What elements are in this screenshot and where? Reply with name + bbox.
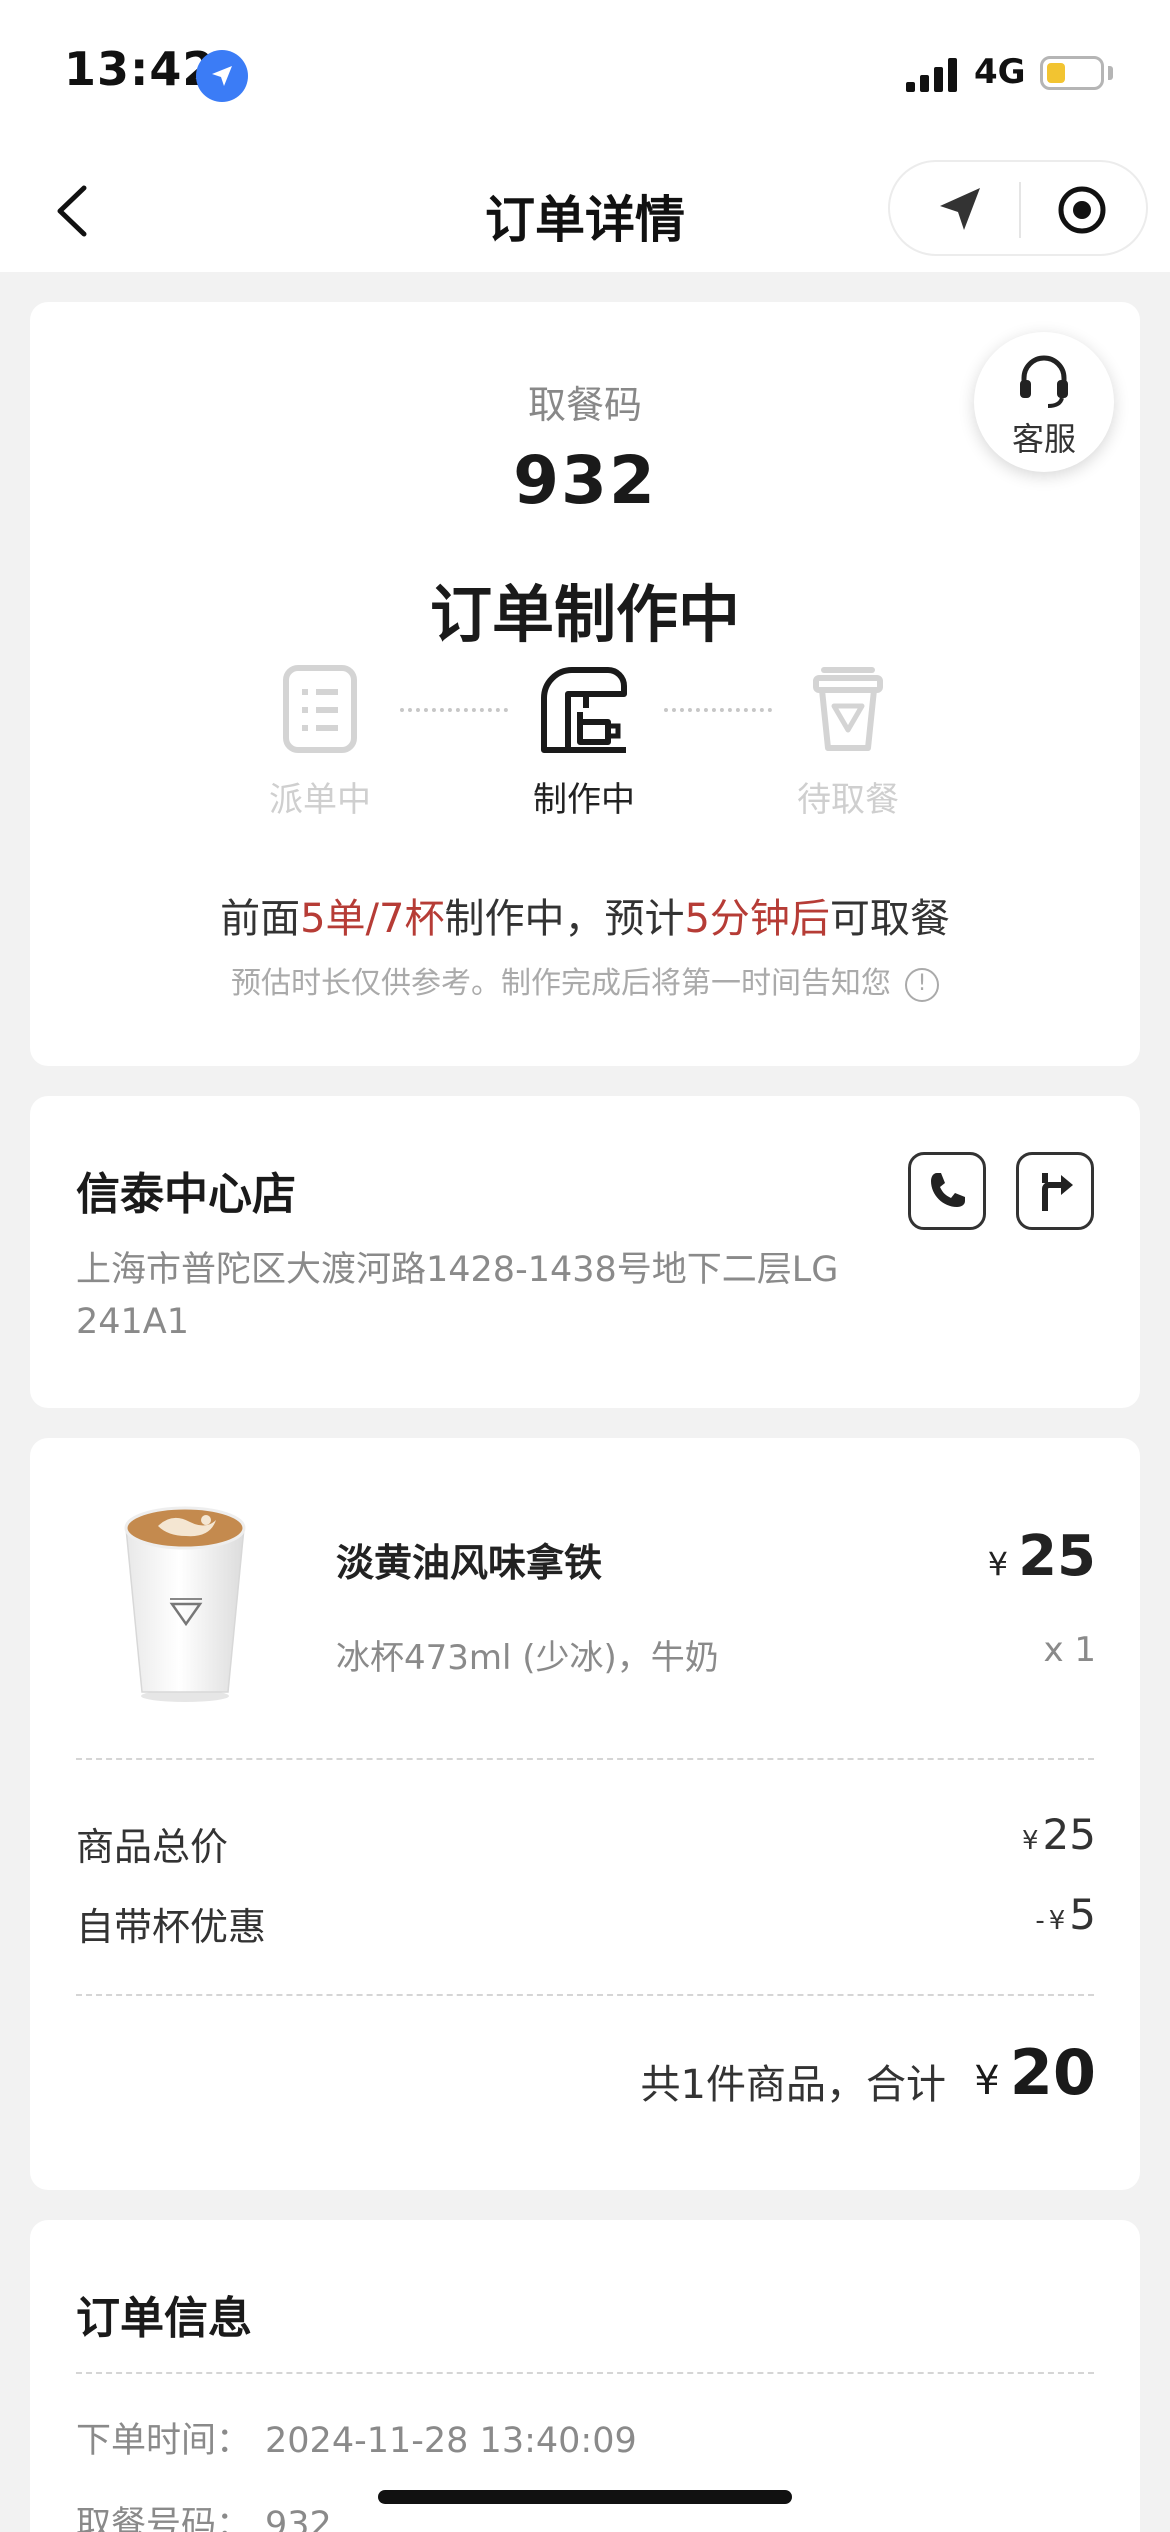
signal-icon: [906, 58, 957, 92]
order-time-value: 2024-11-28 13:40:09: [265, 2421, 637, 2461]
phone-icon: [931, 1173, 965, 1207]
info-icon[interactable]: !: [905, 967, 939, 1002]
mini-program-capsule: [888, 160, 1148, 256]
step-label-dispatching: 派单中: [269, 780, 371, 820]
queue-prefix: 前面: [220, 896, 301, 942]
nav-bar: 订单详情: [0, 150, 1170, 272]
estimate-hint-text: 预估时长仅供参考。制作完成后将第一时间告知您: [231, 966, 891, 1001]
divider: [76, 2372, 1094, 2374]
step-dispatching: 派单中: [220, 664, 420, 821]
order-info-title: 订单信息: [76, 2293, 252, 2344]
queue-count: 5单/7杯: [300, 896, 445, 942]
order-items-card: 淡黄油风味拿铁 ¥25 冰杯473ml (少冰)，牛奶 x 1 商品总价 ¥25…: [30, 1438, 1140, 2190]
pickup-card: 取餐码 932 订单制作中 客服 派单中 制作中 待取餐 前面5单/7杯制作中，…: [30, 302, 1140, 1066]
subtotal-value: ¥25: [1022, 1810, 1096, 1859]
cup-icon: [813, 667, 883, 751]
step-ready: 待取餐: [748, 664, 948, 821]
navigate-store-button[interactable]: [1016, 1152, 1094, 1230]
queue-eta: 5分钟后: [684, 896, 830, 942]
home-indicator[interactable]: [378, 2490, 792, 2504]
location-arrow-icon: [196, 50, 248, 102]
status-time: 13:42: [64, 42, 216, 96]
capsule-divider: [1019, 182, 1021, 238]
order-time-label: 下单时间：: [76, 2421, 252, 2461]
route-turn-icon: [1042, 1173, 1073, 1211]
battery-tip: [1108, 66, 1113, 80]
order-total: ¥20: [974, 2036, 1096, 2109]
currency-symbol: ¥: [974, 2058, 1000, 2104]
currency-symbol: ¥: [987, 1545, 1009, 1583]
store-card: 信泰中心店 上海市普陀区大渡河路1428-1438号地下二层LG 241A1: [30, 1096, 1140, 1408]
product-spec: 冰杯473ml (少冰)，牛奶: [336, 1638, 719, 1678]
queue-status-text: 前面5单/7杯制作中，预计5分钟后可取餐: [30, 886, 1140, 944]
discount-label: 自带杯优惠: [76, 1905, 267, 1949]
divider: [76, 1994, 1094, 1996]
step-making: 制作中: [484, 664, 684, 821]
subtotal-amount: 25: [1042, 1810, 1096, 1859]
queue-suffix: 可取餐: [829, 896, 950, 942]
product-price-value: 25: [1018, 1524, 1096, 1589]
product-quantity: x 1: [1043, 1630, 1096, 1670]
currency-symbol: ¥: [1048, 1906, 1066, 1936]
latte-product-image: [124, 1506, 246, 1702]
pickup-number-row: 取餐号码： 932: [76, 2496, 332, 2532]
step-label-ready: 待取餐: [797, 780, 899, 820]
order-status-title: 订单制作中: [429, 578, 740, 651]
pickup-number-value: 932: [265, 2505, 332, 2532]
order-total-amount: 20: [1009, 2036, 1096, 2109]
queue-middle: 制作中，预计: [444, 896, 685, 942]
status-bar: 13:42 4G: [0, 0, 1170, 150]
order-list-icon: [283, 665, 357, 753]
customer-service-button[interactable]: 客服: [974, 332, 1114, 472]
call-store-button[interactable]: [908, 1152, 986, 1230]
discount-value: - ¥5: [1035, 1890, 1096, 1939]
estimate-hint: 预估时长仅供参考。制作完成后将第一时间告知您!: [30, 958, 1140, 1002]
discount-amount: 5: [1069, 1890, 1096, 1939]
order-info-card: 订单信息 下单时间： 2024-11-28 13:40:09 取餐号码： 932: [30, 2220, 1140, 2532]
close-miniprogram-icon[interactable]: [1056, 184, 1108, 236]
headset-icon: [1020, 355, 1068, 408]
product-price: ¥25: [988, 1524, 1096, 1589]
customer-service-label: 客服: [1011, 420, 1076, 458]
store-address: 上海市普陀区大渡河路1428-1438号地下二层LG 241A1: [76, 1250, 839, 1342]
coffee-machine-icon: [541, 667, 627, 753]
navigate-arrow-icon[interactable]: [934, 184, 986, 236]
step-label-making: 制作中: [533, 780, 635, 820]
divider: [76, 1758, 1094, 1760]
product-name: 淡黄油风味拿铁: [336, 1541, 603, 1585]
battery-icon: [1040, 56, 1104, 90]
subtotal-label: 商品总价: [76, 1825, 229, 1869]
pickup-number-label: 取餐号码：: [76, 2505, 252, 2532]
minus-sign: -: [1035, 1906, 1045, 1936]
currency-symbol: ¥: [1022, 1826, 1039, 1856]
store-name: 信泰中心店: [76, 1169, 296, 1220]
total-summary-text: 共1件商品，合计: [640, 2062, 946, 2108]
network-type: 4G: [974, 52, 1026, 92]
order-time-row: 下单时间： 2024-11-28 13:40:09: [76, 2412, 637, 2463]
